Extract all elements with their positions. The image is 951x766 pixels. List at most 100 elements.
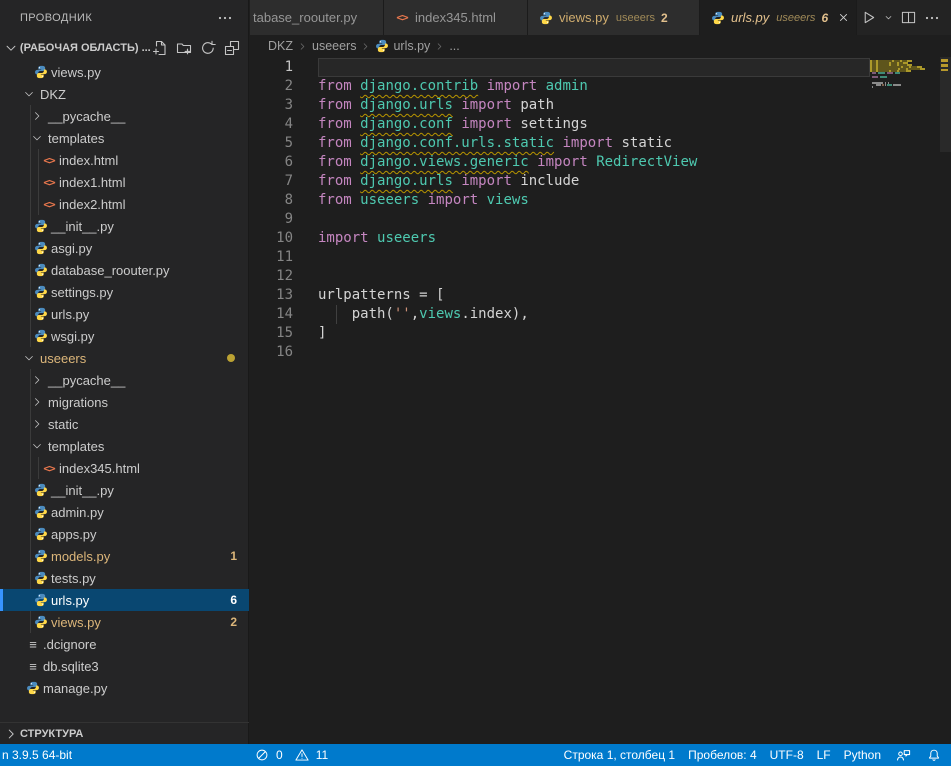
status-python-interpreter[interactable]: n 3.9.5 64-bit [0,744,72,766]
tree-folder--pycache-[interactable]: __pycache__ [0,369,249,391]
run-dropdown-icon[interactable] [881,7,895,29]
status-indentation[interactable]: Пробелов: 4 [688,744,757,766]
tree-file-index-html[interactable]: <>index.html [0,149,249,171]
tree-file-db-sqlite3[interactable]: ≡db.sqlite3 [0,655,249,677]
new-file-button[interactable] [150,38,170,58]
code-line-2[interactable]: from django.contrib import admin [318,77,697,96]
minimap[interactable] [870,57,940,744]
code-line-8[interactable]: from useeers import views [318,191,697,210]
status-encoding[interactable]: UTF-8 [770,744,804,766]
tree-file-models-py[interactable]: models.py1 [0,545,249,567]
tree-file-urls-py[interactable]: urls.py6 [0,589,249,611]
tree-file--dcignore[interactable]: ≡.dcignore [0,633,249,655]
tree-file-index2-html[interactable]: <>index2.html [0,193,249,215]
code-content[interactable]: from django.contrib import adminfrom dja… [318,58,697,362]
line-number[interactable]: 3 [250,96,293,115]
tree-file-wsgi-py[interactable]: wsgi.py [0,325,249,347]
code-line-4[interactable]: from django.conf import settings [318,115,697,134]
tree-file-urls-py[interactable]: urls.py [0,303,249,325]
tree-folder-useeers[interactable]: useeers [0,347,249,369]
code-line-15[interactable]: ] [318,324,697,343]
code-line-3[interactable]: from django.urls import path [318,96,697,115]
python-icon [34,65,48,79]
line-number[interactable]: 1 [250,58,293,77]
code-line-12[interactable] [318,267,697,286]
line-number[interactable]: 10 [250,229,293,248]
split-editor-button[interactable] [897,7,919,29]
code-line-6[interactable]: from django.views.generic import Redirec… [318,153,697,172]
code-line-10[interactable]: import useeers [318,229,697,248]
code-line-13[interactable]: urlpatterns = [ [318,286,697,305]
tree-folder-dkz[interactable]: DKZ [0,83,249,105]
code-line-7[interactable]: from django.urls import include [318,172,697,191]
line-number[interactable]: 14 [250,305,293,324]
collapse-all-button[interactable] [222,38,242,58]
tree-folder-templates[interactable]: templates [0,127,249,149]
run-button[interactable] [857,7,879,29]
code-line-16[interactable] [318,343,697,362]
warning-icon [293,746,311,764]
tree-file-views-py[interactable]: views.py2 [0,611,249,633]
status-label: UTF-8 [770,748,804,762]
close-icon[interactable] [837,10,850,26]
tree-folder-templates[interactable]: templates [0,435,249,457]
outline-section-header[interactable]: СТРУКТУРА [0,722,249,744]
line-number[interactable]: 5 [250,134,293,153]
tree-file-manage-py[interactable]: manage.py [0,677,249,699]
chevron-right-icon [297,41,308,52]
code-line-11[interactable] [318,248,697,267]
status-cursor-position[interactable]: Строка 1, столбец 1 [564,744,675,766]
tab-index345-html[interactable]: <>index345.html [384,0,528,35]
new-folder-button[interactable] [174,38,194,58]
more-actions-icon[interactable] [921,7,943,29]
tree-file-database-roouter-py[interactable]: database_roouter.py [0,259,249,281]
line-number[interactable]: 2 [250,77,293,96]
status-problems[interactable]: 011 [253,744,328,766]
status-eol[interactable]: LF [817,744,831,766]
breadcrumb-item[interactable]: DKZ [268,39,293,53]
status-feedback[interactable] [894,744,912,766]
more-actions-icon[interactable] [214,7,236,29]
line-number[interactable]: 12 [250,267,293,286]
line-number[interactable]: 11 [250,248,293,267]
tree-file-settings-py[interactable]: settings.py [0,281,249,303]
tree-file--init-py[interactable]: __init__.py [0,215,249,237]
tree-file--init-py[interactable]: __init__.py [0,479,249,501]
tree-file-apps-py[interactable]: apps.py [0,523,249,545]
tree-file-views-py[interactable]: views.py [0,61,249,83]
tree-file-tests-py[interactable]: tests.py [0,567,249,589]
scrollbar-slider[interactable] [940,57,951,152]
code-line-9[interactable] [318,210,697,229]
tree-file-index345-html[interactable]: <>index345.html [0,457,249,479]
tree-folder-migrations[interactable]: migrations [0,391,249,413]
tree-folder-static[interactable]: static [0,413,249,435]
code-line-5[interactable]: from django.conf.urls.static import stat… [318,134,697,153]
breadcrumb-item[interactable]: urls.py [375,39,430,53]
line-number[interactable]: 16 [250,343,293,362]
breadcrumb-item[interactable]: ... [449,39,459,53]
line-number[interactable]: 15 [250,324,293,343]
tree-file-index1-html[interactable]: <>index1.html [0,171,249,193]
tree-file-asgi-py[interactable]: asgi.py [0,237,249,259]
tree-file-admin-py[interactable]: admin.py [0,501,249,523]
refresh-button[interactable] [198,38,218,58]
tree-folder--pycache-[interactable]: __pycache__ [0,105,249,127]
line-number-gutter[interactable]: 12345678910111213141516 [250,58,293,362]
line-number[interactable]: 6 [250,153,293,172]
line-number[interactable]: 8 [250,191,293,210]
tab-urls-py[interactable]: urls.pyuseeers6 [700,0,857,35]
status-language-mode[interactable]: Python [844,744,881,766]
line-number[interactable]: 9 [250,210,293,229]
status-notifications[interactable] [925,744,943,766]
code-line-1[interactable] [318,58,697,77]
line-number[interactable]: 4 [250,115,293,134]
breadcrumb-item[interactable]: useeers [312,39,356,53]
scrollbar[interactable] [940,57,951,744]
line-number[interactable]: 7 [250,172,293,191]
line-number[interactable]: 13 [250,286,293,305]
tab-views-py[interactable]: views.pyuseeers2 [528,0,700,35]
workspace-section-header[interactable]: (РАБОЧАЯ ОБЛАСТЬ) ... [0,35,248,61]
code-editor[interactable]: 12345678910111213141516 from django.cont… [250,57,951,744]
code-line-14[interactable]: path('',views.index), [318,305,697,324]
tab-tabase-roouter-py[interactable]: tabase_roouter.py [250,0,384,35]
